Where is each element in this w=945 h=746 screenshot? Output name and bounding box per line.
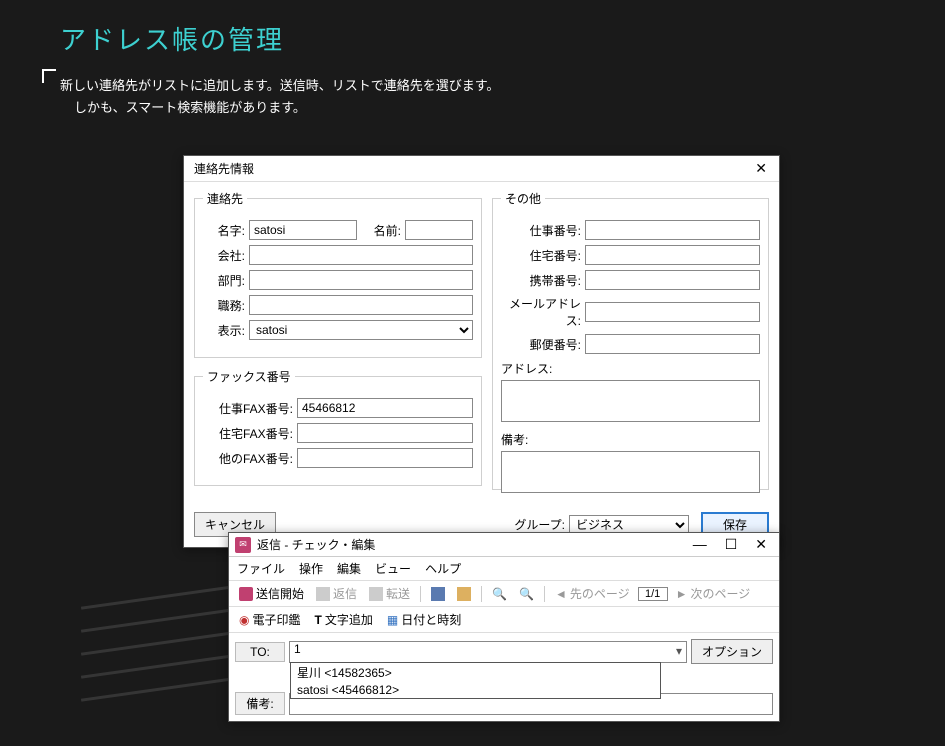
homephone-input[interactable] bbox=[585, 245, 760, 265]
page-title: アドレス帳の管理 bbox=[60, 20, 945, 57]
to-label: TO: bbox=[235, 642, 285, 662]
address-textarea[interactable] bbox=[501, 380, 760, 422]
reply-button[interactable]: 返信 bbox=[312, 584, 361, 603]
close-icon[interactable]: ✕ bbox=[755, 536, 767, 553]
hand-icon bbox=[457, 587, 471, 601]
fax-group: ファックス番号 仕事FAX番号: 住宅FAX番号: 他のFAX番号: bbox=[194, 368, 482, 486]
forward-icon bbox=[369, 587, 383, 601]
workfax-input[interactable] bbox=[297, 398, 473, 418]
forward-button[interactable]: 転送 bbox=[365, 584, 414, 603]
display-select[interactable]: satosi bbox=[249, 320, 473, 340]
postal-label: 郵便番号: bbox=[501, 336, 581, 353]
page-desc-line2: しかも、スマート検索機能があります。 bbox=[60, 97, 945, 119]
maximize-icon[interactable]: ☐ bbox=[725, 536, 738, 553]
dialog-title: 連絡先情報 bbox=[194, 160, 254, 177]
minimize-icon[interactable]: — bbox=[693, 536, 707, 553]
job-label: 職務: bbox=[203, 297, 245, 314]
dropdown-item[interactable]: 星川 <14582365> bbox=[291, 663, 660, 682]
arrow-right-icon: ► bbox=[676, 587, 688, 601]
prev-page-button[interactable]: ◄ 先のページ bbox=[551, 584, 634, 603]
zoom-out-button[interactable]: 🔍 bbox=[515, 586, 538, 602]
workfax-label: 仕事FAX番号: bbox=[203, 400, 293, 417]
page-desc-line1: 新しい連絡先がリストに追加します。送信時、リストで連絡先を選びます。 bbox=[60, 75, 945, 97]
send-icon bbox=[239, 587, 253, 601]
workphone-input[interactable] bbox=[585, 220, 760, 240]
text-icon: T bbox=[315, 613, 322, 627]
fax-group-legend: ファックス番号 bbox=[203, 368, 295, 385]
lastname-input[interactable] bbox=[249, 220, 357, 240]
firstname-label: 名前: bbox=[361, 222, 401, 239]
mobile-label: 携帯番号: bbox=[501, 272, 581, 289]
arrow-left-icon: ◄ bbox=[555, 587, 567, 601]
app-icon: ✉ bbox=[235, 537, 251, 553]
zoom-in-button[interactable]: 🔍 bbox=[488, 586, 511, 602]
window-title: 返信 - チェック・編集 bbox=[257, 536, 375, 553]
to-dropdown-list: 星川 <14582365> satosi <45466812> bbox=[290, 662, 661, 699]
department-label: 部門: bbox=[203, 272, 245, 289]
zoom-out-icon: 🔍 bbox=[519, 587, 534, 601]
workphone-label: 仕事番号: bbox=[501, 222, 581, 239]
contact-info-dialog: 連絡先情報 ✕ 連絡先 名字: 名前: 会社: 部門: bbox=[183, 155, 780, 548]
menu-view[interactable]: ビュー bbox=[375, 560, 411, 577]
homephone-label: 住宅番号: bbox=[501, 247, 581, 264]
text-add-button[interactable]: T 文字追加 bbox=[311, 610, 377, 629]
datetime-button[interactable]: ▦ 日付と時刻 bbox=[383, 610, 465, 629]
homefax-label: 住宅FAX番号: bbox=[203, 425, 293, 442]
zoom-in-icon: 🔍 bbox=[492, 587, 507, 601]
remarks-label: 備考: bbox=[501, 431, 760, 448]
option-button[interactable]: オプション bbox=[691, 639, 773, 664]
selection-icon bbox=[431, 587, 445, 601]
lastname-label: 名字: bbox=[203, 222, 245, 239]
email-input[interactable] bbox=[585, 302, 760, 322]
toolbar-2: ◉ 電子印鑑 T 文字追加 ▦ 日付と時刻 bbox=[229, 607, 779, 633]
remarks-label-2: 備考: bbox=[235, 692, 285, 715]
calendar-icon: ▦ bbox=[387, 613, 398, 627]
company-label: 会社: bbox=[203, 247, 245, 264]
dropdown-item[interactable]: satosi <45466812> bbox=[291, 682, 660, 698]
reply-icon bbox=[316, 587, 330, 601]
other-group: その他 仕事番号: 住宅番号: 携帯番号: メールアドレス: bbox=[492, 190, 769, 490]
contact-group: 連絡先 名字: 名前: 会社: 部門: 職務: bbox=[194, 190, 482, 358]
next-page-button[interactable]: ► 次のページ bbox=[672, 584, 755, 603]
page-indicator: 1/1 bbox=[638, 587, 668, 601]
send-start-button[interactable]: 送信開始 bbox=[235, 584, 308, 603]
stamp-icon: ◉ bbox=[239, 613, 249, 627]
mobile-input[interactable] bbox=[585, 270, 760, 290]
tool-icon-1[interactable] bbox=[427, 586, 449, 602]
tool-icon-2[interactable] bbox=[453, 586, 475, 602]
otherfax-label: 他のFAX番号: bbox=[203, 450, 293, 467]
department-input[interactable] bbox=[249, 270, 473, 290]
email-label: メールアドレス: bbox=[501, 295, 581, 329]
bracket-decoration bbox=[42, 69, 56, 83]
remarks-textarea[interactable] bbox=[501, 451, 760, 493]
menu-operate[interactable]: 操作 bbox=[299, 560, 323, 577]
menu-file[interactable]: ファイル bbox=[237, 560, 285, 577]
menu-bar: ファイル 操作 編集 ビュー ヘルプ bbox=[229, 557, 779, 581]
address-label: アドレス: bbox=[501, 360, 760, 377]
firstname-input[interactable] bbox=[405, 220, 473, 240]
homefax-input[interactable] bbox=[297, 423, 473, 443]
stamp-button[interactable]: ◉ 電子印鑑 bbox=[235, 610, 305, 629]
group-label: グループ: bbox=[514, 516, 565, 533]
toolbar-1: 送信開始 返信 転送 🔍 🔍 ◄ 先のページ 1/1 ► 次のページ bbox=[229, 581, 779, 607]
job-input[interactable] bbox=[249, 295, 473, 315]
menu-edit[interactable]: 編集 bbox=[337, 560, 361, 577]
other-group-legend: その他 bbox=[501, 190, 545, 207]
postal-input[interactable] bbox=[585, 334, 760, 354]
display-label: 表示: bbox=[203, 322, 245, 339]
close-icon[interactable]: ✕ bbox=[751, 160, 771, 177]
company-input[interactable] bbox=[249, 245, 473, 265]
otherfax-input[interactable] bbox=[297, 448, 473, 468]
to-combobox[interactable]: 1 bbox=[289, 641, 687, 663]
contact-group-legend: 連絡先 bbox=[203, 190, 247, 207]
reply-edit-window: ✉ 返信 - チェック・編集 — ☐ ✕ ファイル 操作 編集 ビュー ヘルプ … bbox=[228, 532, 780, 722]
menu-help[interactable]: ヘルプ bbox=[425, 560, 461, 577]
